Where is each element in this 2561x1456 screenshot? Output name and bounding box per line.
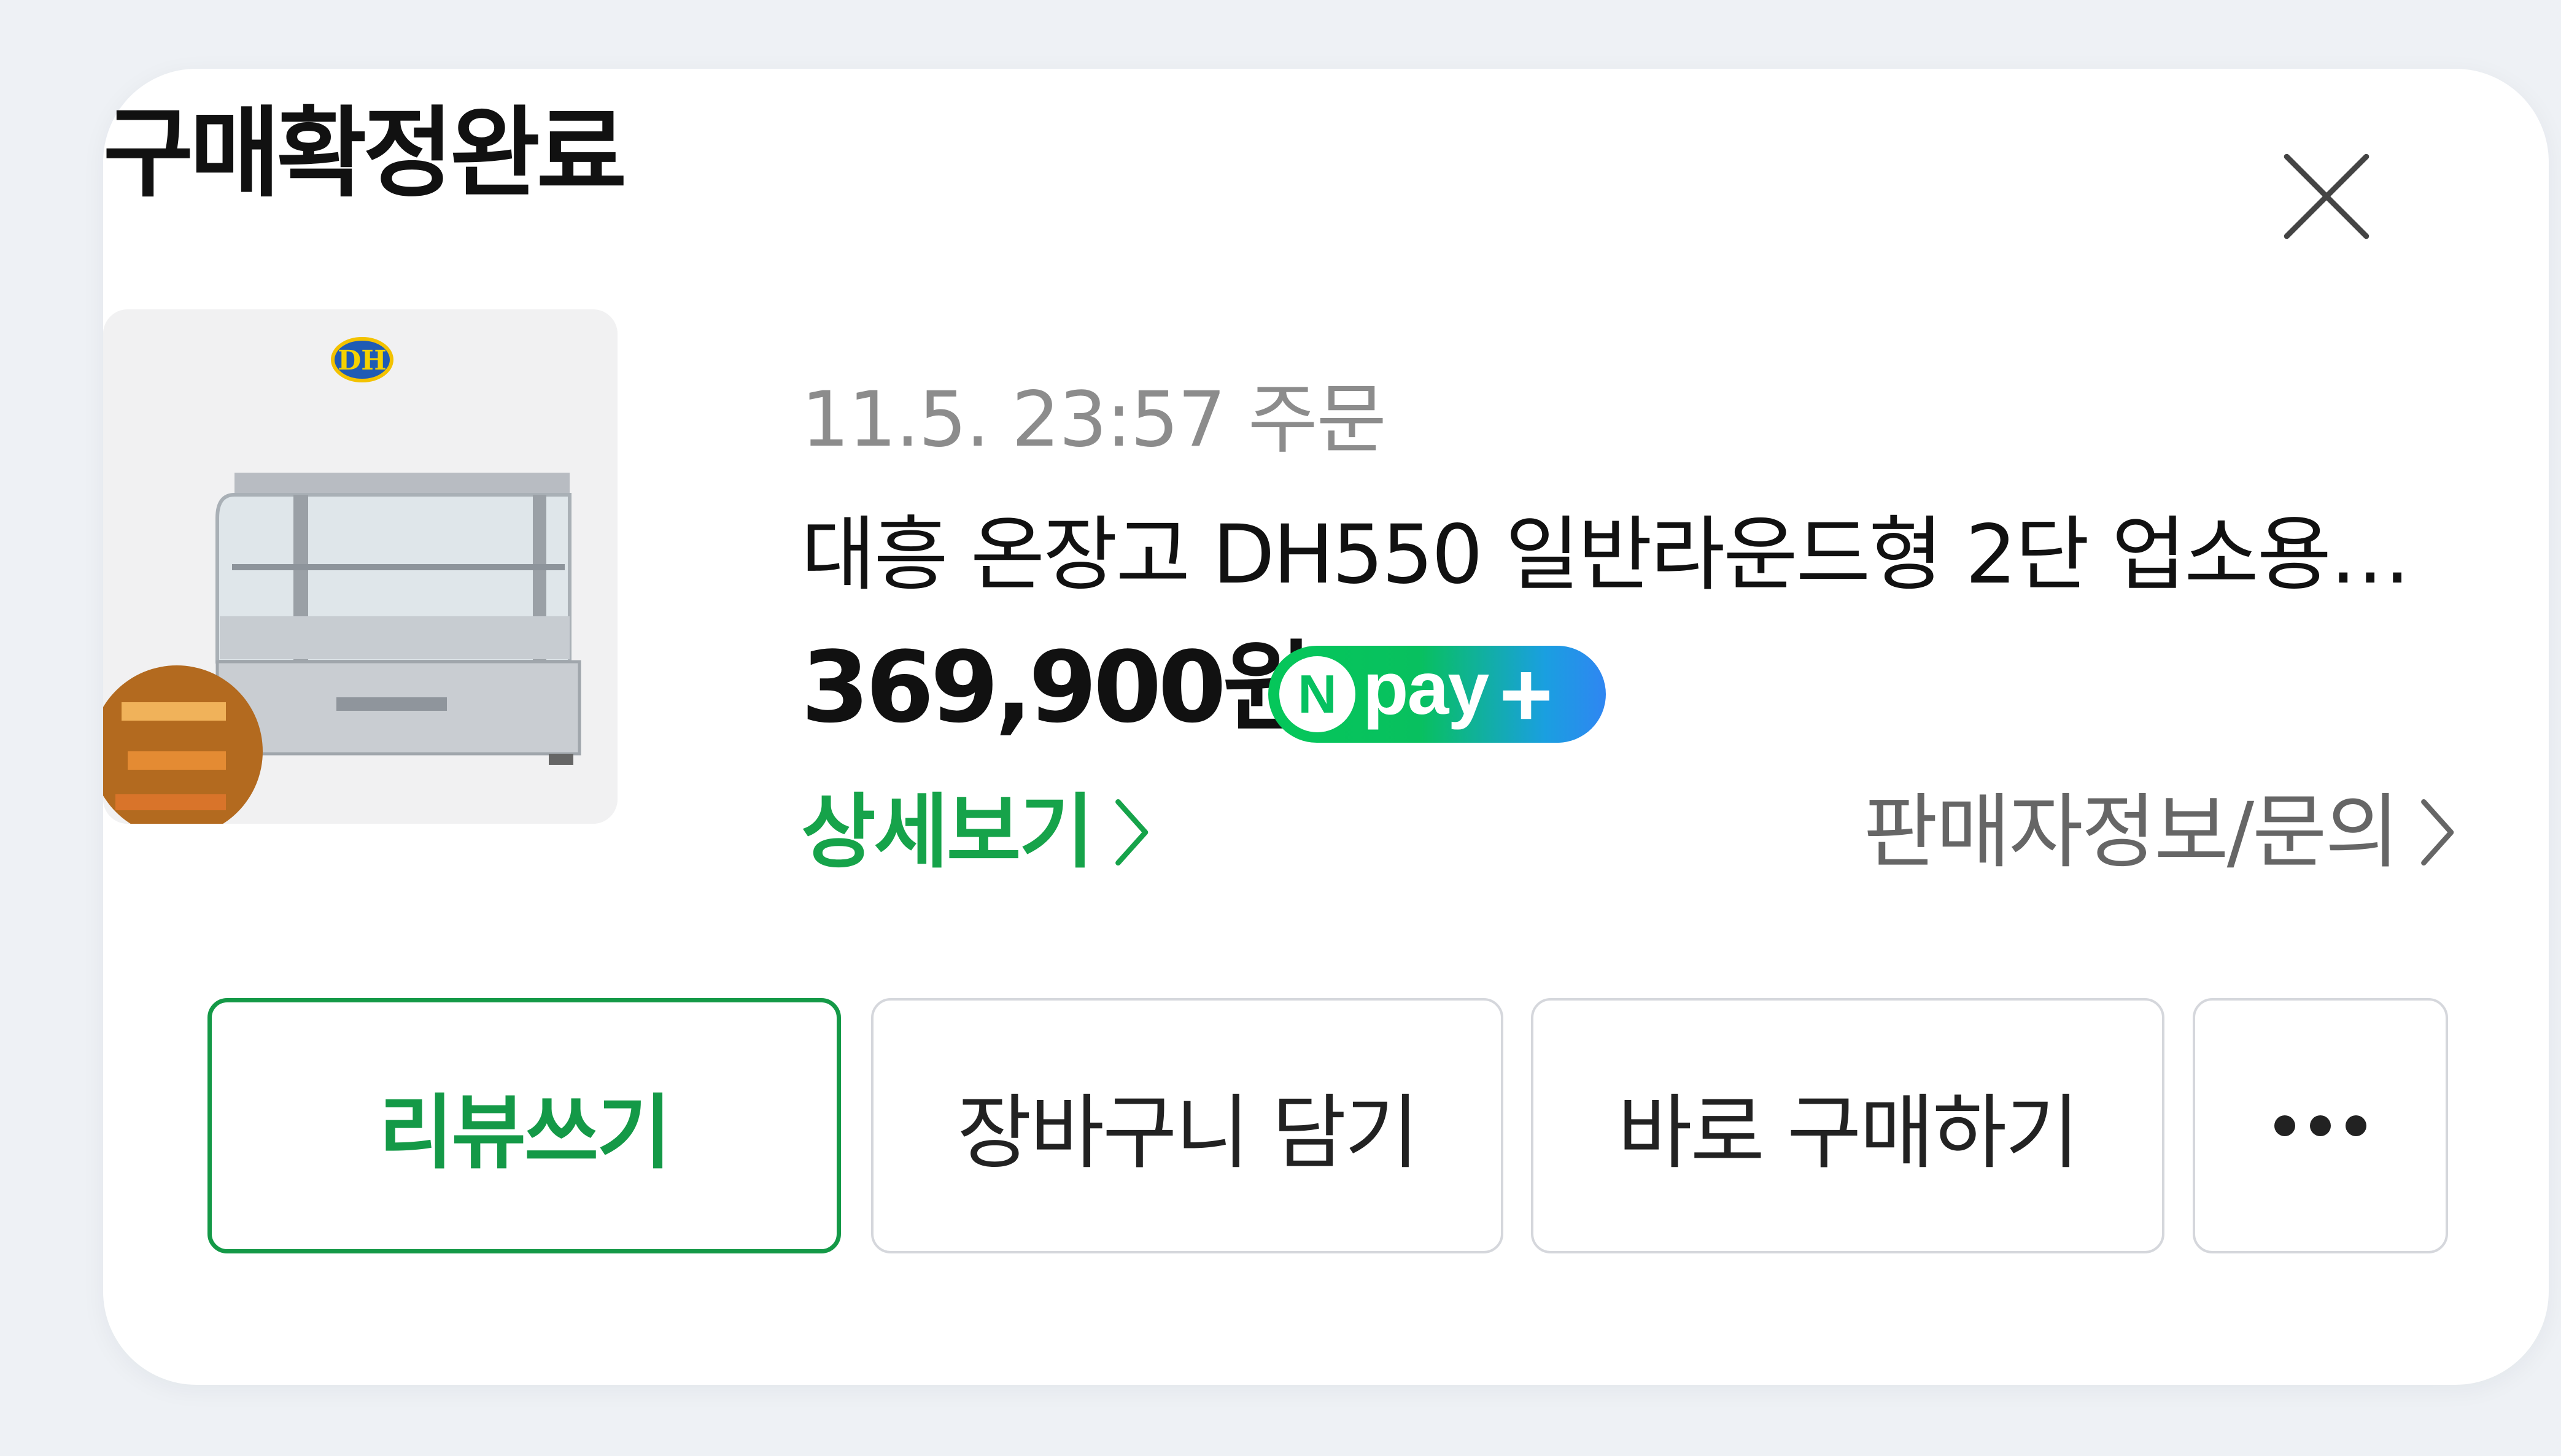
modal-title: 구매확정완료 xyxy=(103,96,627,211)
product-price: 369,900원 xyxy=(801,630,1313,745)
more-dots-icon xyxy=(2274,1115,2366,1136)
seller-info-label: 판매자정보/문의 xyxy=(1863,785,2400,880)
seller-info-link[interactable]: 판매자정보/문의 xyxy=(1863,792,2458,873)
more-button[interactable] xyxy=(2193,998,2448,1253)
chevron-right-icon xyxy=(2415,796,2458,869)
close-icon xyxy=(2284,153,2369,239)
close-button[interactable] xyxy=(2271,141,2382,252)
buy-now-button[interactable]: 바로 구매하기 xyxy=(1531,998,2164,1253)
order-time: 11.5. 23:57 주문 xyxy=(801,376,1387,464)
write-review-button[interactable]: 리뷰쓰기 xyxy=(207,998,841,1253)
product-image: DH xyxy=(103,309,618,824)
product-name[interactable]: 대흥 온장고 DH550 일반라운드형 2단 업소용 ... xyxy=(801,514,2422,595)
npay-plus-badge: N pay + xyxy=(1268,646,1606,743)
product-thumbnail[interactable]: DH xyxy=(103,309,618,824)
action-buttons: 리뷰쓰기 장바구니 담기 바로 구매하기 xyxy=(207,998,2448,1256)
add-to-cart-button[interactable]: 장바구니 담기 xyxy=(871,998,1503,1253)
chevron-right-icon xyxy=(1109,796,1152,869)
npay-n-icon: N xyxy=(1279,656,1355,732)
svg-text:DH: DH xyxy=(338,345,387,376)
detail-view-link[interactable]: 상세보기 xyxy=(801,792,1152,873)
npay-plus-icon: + xyxy=(1499,643,1553,746)
detail-view-label: 상세보기 xyxy=(801,785,1094,880)
npay-text: pay xyxy=(1363,646,1489,730)
